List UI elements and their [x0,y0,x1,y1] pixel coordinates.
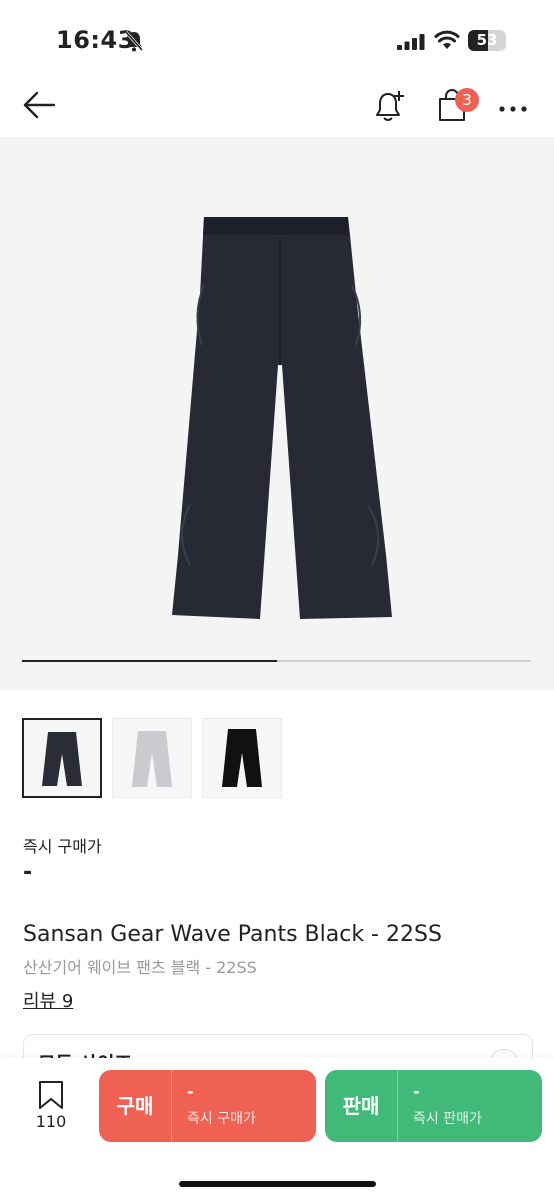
buy-button[interactable]: 구매 - 즉시 구매가 [99,1070,316,1142]
sell-button[interactable]: 판매 - 즉시 판매가 [325,1070,542,1142]
signal-icon [397,34,425,54]
home-indicator[interactable] [179,1181,376,1187]
price-alert-bell-icon[interactable] [373,88,407,128]
top-nav: 3 [0,80,554,136]
thumbnail-black-alt[interactable] [202,718,282,798]
cart-count-badge: 3 [455,88,479,112]
battery-percent: 53 [476,31,498,49]
buy-button-divider [171,1070,172,1142]
instant-buy-price-value: - [23,860,33,885]
instant-buy-price-label: 즉시 구매가 [23,837,102,856]
more-options-icon[interactable] [498,94,528,128]
buy-button-label: 구매 [116,1094,154,1118]
bottom-action-bar: 110 구매 - 즉시 구매가 판매 - 즉시 판매가 [0,1058,554,1200]
gallery-progress-fill [22,660,277,662]
product-title-korean: 산산기어 웨이브 팬츠 블랙 - 22SS [23,958,257,977]
status-bar: 16:43 53 [0,0,554,80]
product-image-carousel[interactable] [0,137,554,690]
reviews-link[interactable]: 리뷰 9 [23,987,73,1013]
sell-button-subtitle: 즉시 판매가 [413,1111,482,1127]
thumbnail-black[interactable] [22,718,102,798]
gallery-progress-track [22,660,531,662]
buy-button-price: - [187,1082,194,1101]
sell-button-price: - [413,1082,420,1101]
sell-button-label: 판매 [342,1094,380,1118]
wifi-icon [434,30,460,54]
pants-image [160,215,400,629]
sell-button-divider [397,1070,398,1142]
back-arrow-icon[interactable] [22,90,56,124]
bookmark-count: 110 [35,1112,67,1131]
silent-bell-icon [124,30,144,56]
bookmark-icon[interactable] [37,1080,65,1114]
product-title-english: Sansan Gear Wave Pants Black - 22SS [23,922,442,947]
battery-icon: 53 [468,30,506,51]
buy-button-subtitle: 즉시 구매가 [187,1111,256,1127]
thumbnail-grey[interactable] [112,718,192,798]
